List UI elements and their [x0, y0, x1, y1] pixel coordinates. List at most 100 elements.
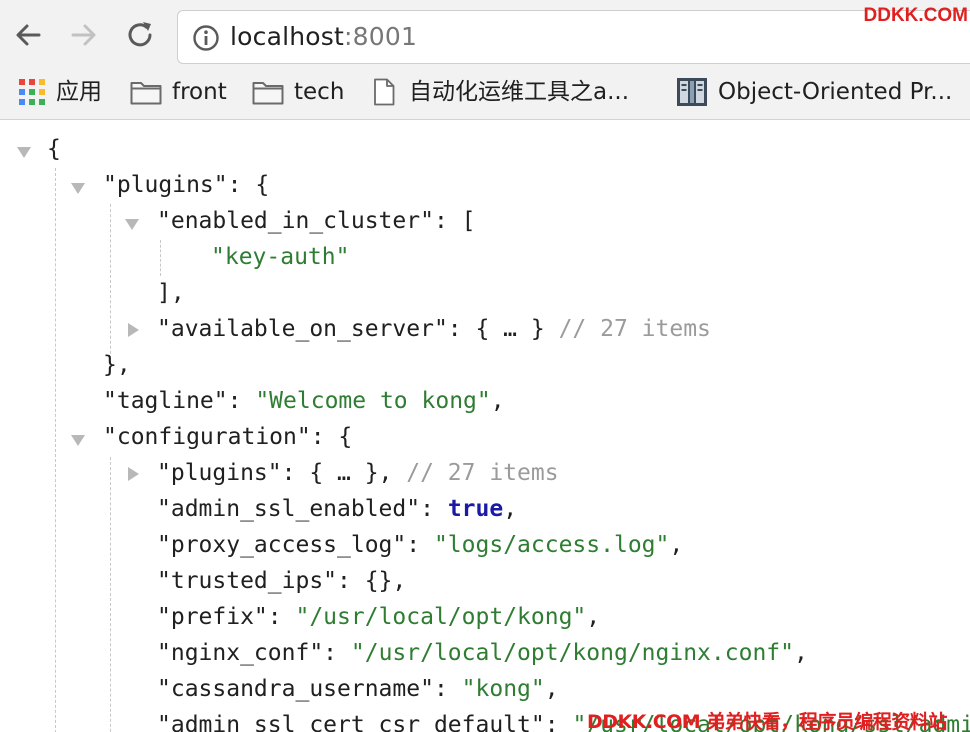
json-key: "trusted_ips" — [157, 568, 338, 594]
bookmark-tech[interactable]: tech — [252, 72, 344, 112]
json-string: "kong" — [461, 676, 545, 702]
json-line: "key-auth" — [211, 239, 349, 275]
collapse-toggle-configuration[interactable] — [71, 435, 85, 446]
apps-grid-icon — [19, 78, 45, 105]
folder-icon — [252, 82, 284, 105]
json-punct: , — [490, 388, 505, 414]
json-punct: : — [433, 676, 462, 702]
reload-icon — [128, 22, 152, 47]
json-string: "Welcome to kong" — [255, 388, 491, 414]
reload-button[interactable] — [123, 18, 157, 52]
json-line: "nginx_conf": "/usr/local/opt/kong/nginx… — [157, 635, 808, 671]
json-punct: : { … } — [447, 316, 545, 342]
json-line: { — [47, 131, 61, 167]
bookmark-label: 自动化运维工具之a... — [409, 79, 630, 105]
json-key: "admin_ssl_cert_csr_default" — [157, 712, 545, 732]
json-punct: , — [544, 676, 559, 702]
bookmark-label: front — [172, 79, 227, 105]
json-punct: : { … }, — [281, 460, 393, 486]
json-key: "plugins" — [157, 460, 282, 486]
json-line: "plugins": { — [103, 167, 269, 203]
address-bar[interactable]: localhost:8001 — [177, 10, 970, 64]
watermark-top: DDKK.COM — [863, 5, 969, 26]
bookmark-front[interactable]: front — [130, 72, 227, 112]
page-icon — [374, 78, 395, 106]
json-line: "plugins": { … }, // 27 items — [157, 455, 559, 491]
json-line: "enabled_in_cluster": [ — [157, 203, 476, 239]
json-punct: : [ — [433, 208, 476, 234]
json-line: }, — [103, 347, 131, 383]
book-icon — [677, 78, 707, 106]
bookmarks-bar: 应用 front tech 自动化运维工具之a... Object-Orient… — [0, 72, 970, 120]
bookmark-label: 应用 — [56, 79, 102, 105]
json-punct: : — [323, 640, 351, 666]
json-string: "key-auth" — [211, 244, 350, 270]
url-port: :8001 — [344, 22, 418, 51]
json-line: "proxy_access_log": "logs/access.log", — [157, 527, 683, 563]
bookmark-label: Object-Oriented Pr... — [718, 79, 953, 105]
indent-guide — [110, 204, 111, 364]
expand-toggle-available-on-server[interactable] — [128, 323, 139, 337]
json-key: "proxy_access_log" — [157, 532, 407, 558]
bookmark-ansible[interactable]: 自动化运维工具之a... — [373, 72, 643, 112]
indent-guide — [55, 168, 56, 732]
json-key: "cassandra_username" — [157, 676, 434, 702]
json-punct: : { — [227, 172, 270, 198]
back-button[interactable] — [11, 18, 45, 52]
json-string: "/usr/local/opt/kong/nginx.conf" — [350, 640, 794, 666]
watermark-bottom: DDKK.COM 弟弟快看，程序员编程资料站 — [587, 711, 947, 732]
json-punct: : { — [310, 424, 353, 450]
json-punct: ], — [157, 280, 185, 306]
json-string: "/usr/local/opt/kong" — [295, 604, 587, 630]
collapse-toggle-root[interactable] — [17, 147, 31, 158]
json-line: "cassandra_username": "kong", — [157, 671, 559, 707]
json-punct: , — [669, 532, 684, 558]
json-punct: : {}, — [337, 568, 407, 594]
json-comment: // 27 items — [544, 316, 711, 342]
json-punct: , — [503, 496, 518, 522]
json-key: "nginx_conf" — [157, 640, 324, 666]
expand-toggle-configuration-plugins[interactable] — [128, 467, 139, 481]
json-key: "tagline" — [103, 388, 228, 414]
json-punct: : — [227, 388, 256, 414]
json-line: "trusted_ips": {}, — [157, 563, 406, 599]
json-key: "configuration" — [103, 424, 311, 450]
json-line: "admin_ssl_enabled": true, — [157, 491, 517, 527]
json-brace: { — [47, 136, 61, 162]
json-line: "prefix": "/usr/local/opt/kong", — [157, 599, 600, 635]
json-string: "logs/access.log" — [433, 532, 670, 558]
url-host: localhost — [230, 22, 345, 51]
bookmark-label: tech — [294, 79, 345, 105]
json-viewer: { "plugins": { "enabled_in_cluster": [ "… — [0, 121, 970, 732]
json-punct: : — [420, 496, 448, 522]
json-key: "enabled_in_cluster" — [157, 208, 434, 234]
json-boolean: true — [447, 496, 504, 522]
json-punct: }, — [103, 352, 131, 378]
json-punct: : — [267, 604, 296, 630]
browser-toolbar: localhost:8001 DDKK.COM — [0, 0, 970, 72]
json-key: "prefix" — [157, 604, 268, 630]
collapse-toggle-plugins[interactable] — [71, 183, 85, 194]
forward-button[interactable] — [67, 18, 101, 52]
json-key: "available_on_server" — [157, 316, 448, 342]
info-icon[interactable] — [192, 24, 220, 52]
json-line: "configuration": { — [103, 419, 352, 455]
json-key: "plugins" — [103, 172, 228, 198]
json-punct: : — [544, 712, 573, 732]
url-text[interactable]: localhost:8001 — [230, 22, 417, 52]
json-punct: , — [793, 640, 808, 666]
bookmark-apps[interactable]: 应用 — [19, 72, 102, 112]
json-punct: : — [406, 532, 434, 558]
json-line: "tagline": "Welcome to kong", — [103, 383, 505, 419]
json-line: ], — [157, 275, 185, 311]
json-key: "admin_ssl_enabled" — [157, 496, 421, 522]
json-comment: // 27 items — [392, 460, 559, 486]
bookmark-oop[interactable]: Object-Oriented Pr... — [676, 72, 966, 112]
collapse-toggle-enabled-in-cluster[interactable] — [125, 219, 139, 230]
back-arrow-icon — [16, 24, 41, 46]
json-punct: , — [586, 604, 601, 630]
folder-icon — [130, 82, 162, 105]
indent-guide — [160, 240, 161, 276]
json-line: "available_on_server": { … } // 27 items — [157, 311, 711, 347]
forward-arrow-icon — [71, 24, 96, 46]
